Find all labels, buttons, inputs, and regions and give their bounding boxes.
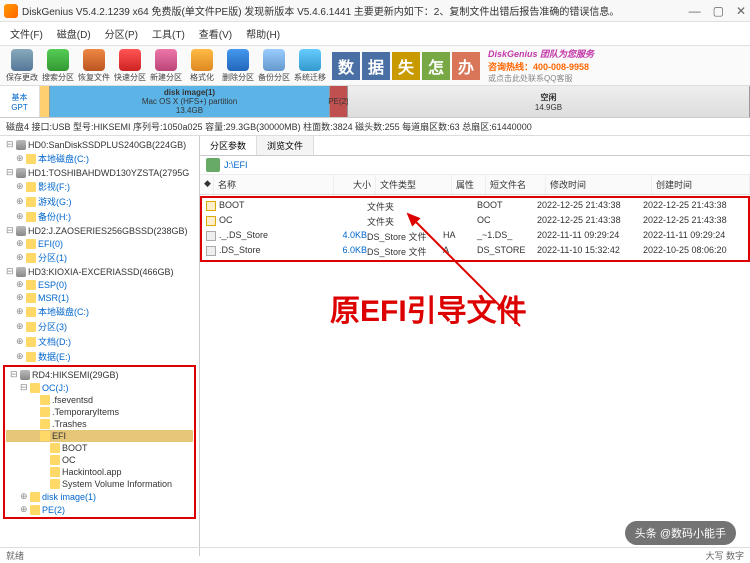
file-list-header: ◆ 名称 大小 文件类型 属性 短文件名 修改时间 创建时间 <box>200 175 750 195</box>
tree-node[interactable]: ⊕ESP(0) <box>2 278 197 291</box>
menu-help[interactable]: 帮助(H) <box>240 24 286 43</box>
menu-disk[interactable]: 磁盘(D) <box>51 24 97 43</box>
tree-node[interactable]: BOOT <box>6 442 193 454</box>
path-text[interactable]: J:\EFI <box>224 160 248 170</box>
annotation-text: 原EFI引导文件 <box>330 286 527 330</box>
tree-node[interactable]: ⊕文档(D:) <box>2 334 197 349</box>
folder-icon <box>206 216 216 226</box>
toolbar-btn-快速分区[interactable]: 快速分区 <box>112 49 148 83</box>
tree-node[interactable]: ⊟HD0:SanDiskSSDPLUS240GB(224GB) <box>2 138 197 151</box>
tree-node[interactable]: ⊕PE(2) <box>6 503 193 516</box>
tree-node[interactable]: ⊕本地磁盘(C:) <box>2 304 197 319</box>
file-row[interactable]: .DS_Store6.0KBDS_Store 文件ADS_STORE2022-1… <box>202 244 748 259</box>
tree-node[interactable]: ⊕数据(E:) <box>2 349 197 364</box>
toolbar-btn-恢复文件[interactable]: 恢复文件 <box>76 49 112 83</box>
promo-qq[interactable]: 或点击此处联系QQ客服 <box>488 73 594 84</box>
toolbar-btn-搜索分区[interactable]: 搜索分区 <box>40 49 76 83</box>
partition-block-main[interactable]: disk image(1) Mac OS X (HFS+) partition … <box>50 86 330 117</box>
tree-node[interactable]: ⊟RD4:HIKSEMI(29GB) <box>6 368 193 381</box>
status-left: 就绪 <box>6 549 24 562</box>
tree-node[interactable]: ⊕游戏(G:) <box>2 194 197 209</box>
tree-node[interactable]: ⊕分区(3) <box>2 319 197 334</box>
file-list: BOOT文件夹BOOT2022-12-25 21:43:382022-12-25… <box>200 196 750 262</box>
tree-node[interactable]: ⊕备份(H:) <box>2 209 197 224</box>
toolbar-btn-系统迁移[interactable]: 系统迁移 <box>292 49 328 83</box>
window-title: DiskGenius V5.4.2.1239 x64 免费版(单文件PE版) 发… <box>22 3 681 18</box>
promo-line1: DiskGenius 团队为您服务 <box>488 47 594 60</box>
tree-node[interactable]: System Volume Information <box>6 478 193 490</box>
file-row[interactable]: OC文件夹OC2022-12-25 21:43:382022-12-25 21:… <box>202 214 748 229</box>
tree-node[interactable]: Hackintool.app <box>6 466 193 478</box>
toolbar-btn-删除分区[interactable]: 删除分区 <box>220 49 256 83</box>
disk-type-top: 基本 <box>12 92 28 103</box>
close-button[interactable]: ✕ <box>736 4 746 18</box>
tree-node[interactable]: ⊕影视(F:) <box>2 179 197 194</box>
tree-node[interactable]: .fseventsd <box>6 394 193 406</box>
tree-node[interactable]: ⊕MSR(1) <box>2 291 197 304</box>
folder-icon <box>206 201 216 211</box>
tab-browse[interactable]: 浏览文件 <box>257 136 314 155</box>
maximize-button[interactable]: ▢ <box>713 4 724 18</box>
tree-node[interactable]: .Trashes <box>6 418 193 430</box>
tree-node[interactable]: OC <box>6 454 193 466</box>
menu-bar: 文件(F) 磁盘(D) 分区(P) 工具(T) 查看(V) 帮助(H) <box>0 22 750 46</box>
tree-node[interactable]: ⊟HD3:KIOXIA-EXCERIASSD(466GB) <box>2 265 197 278</box>
file-icon <box>206 231 216 241</box>
tree-node[interactable]: ⊕分区(1) <box>2 250 197 265</box>
toolbar-btn-格式化[interactable]: 格式化 <box>184 49 220 83</box>
toolbar-btn-新建分区[interactable]: 新建分区 <box>148 49 184 83</box>
tree-node[interactable]: ⊟OC(J:) <box>6 381 193 394</box>
menu-tools[interactable]: 工具(T) <box>146 24 191 43</box>
toolbar-btn-备份分区[interactable]: 备份分区 <box>256 49 292 83</box>
app-icon <box>4 4 18 18</box>
disk-type-bot: GPT <box>11 103 27 112</box>
file-row[interactable]: BOOT文件夹BOOT2022-12-25 21:43:382022-12-25… <box>202 199 748 214</box>
menu-view[interactable]: 查看(V) <box>193 24 238 43</box>
tab-params[interactable]: 分区参数 <box>200 136 257 155</box>
tree-node[interactable]: ⊕EFI(0) <box>2 237 197 250</box>
tree-node[interactable]: EFI <box>6 430 193 442</box>
promo-phone: 咨询热线：400-008-9958 <box>488 60 594 73</box>
toolbar: 保存更改搜索分区恢复文件快速分区新建分区格式化删除分区备份分区系统迁移 数据失怎… <box>0 46 750 86</box>
partition-block-pe[interactable]: PE(2) <box>330 86 348 117</box>
disk-info-line: 磁盘4 接口:USB 型号:HIKSEMI 序列号:1050a025 容量:29… <box>0 118 750 136</box>
tree-node[interactable]: ⊟HD2:J.ZAOSERIES256GBSSD(238GB) <box>2 224 197 237</box>
partition-bar: 基本 GPT disk image(1) Mac OS X (HFS+) par… <box>0 86 750 118</box>
partition-block-0[interactable] <box>40 86 50 117</box>
menu-file[interactable]: 文件(F) <box>4 24 49 43</box>
disk-tree[interactable]: ⊟HD0:SanDiskSSDPLUS240GB(224GB)⊕本地磁盘(C:)… <box>0 136 200 556</box>
status-right: 大写 数字 <box>705 549 744 562</box>
toolbar-btn-保存更改[interactable]: 保存更改 <box>4 49 40 83</box>
up-button[interactable] <box>206 158 220 172</box>
tree-node[interactable]: ⊟HD1:TOSHIBAHDWD130YZSTA(2795G <box>2 166 197 179</box>
file-row[interactable]: ._.DS_Store4.0KBDS_Store 文件HA_~1.DS_2022… <box>202 229 748 244</box>
tree-node[interactable]: .TemporaryItems <box>6 406 193 418</box>
tree-node[interactable]: ⊕本地磁盘(C:) <box>2 151 197 166</box>
tree-node[interactable]: ⊕disk image(1) <box>6 490 193 503</box>
minimize-button[interactable]: — <box>689 4 701 18</box>
watermark: 头条 @数码小能手 <box>625 521 736 545</box>
menu-partition[interactable]: 分区(P) <box>99 24 144 43</box>
partition-block-free[interactable]: 空闲 14.9GB <box>348 86 750 117</box>
file-icon <box>206 246 216 256</box>
